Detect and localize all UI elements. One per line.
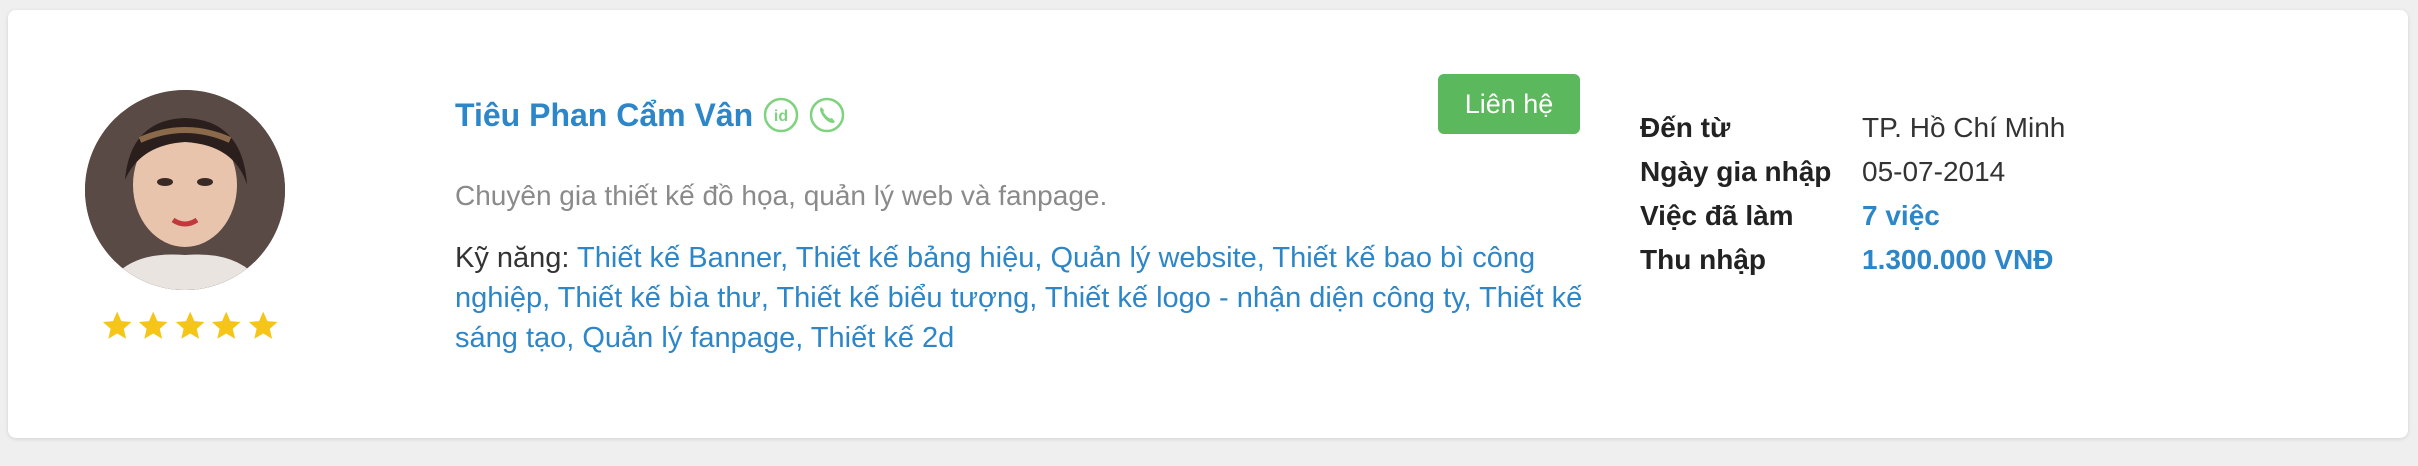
income-value: 1.300.000 VNĐ: [1862, 244, 2054, 275]
name-row: Tiêu Phan Cẩm Vân id: [455, 90, 845, 140]
skills-section: Kỹ năng: Thiết kế Banner, Thiết kế bảng …: [455, 238, 1605, 358]
star-icon: [139, 311, 168, 339]
from-label: Đến từ: [1640, 112, 1731, 143]
svg-text:id: id: [774, 108, 788, 125]
freelancer-card: Tiêu Phan Cẩm Vân id Liên hệ Chuyên gia …: [8, 10, 2408, 438]
info-row-income: Thu nhập 1.300.000 VNĐ: [1640, 238, 2065, 282]
contact-button[interactable]: Liên hệ: [1438, 74, 1580, 134]
avatar[interactable]: [85, 90, 285, 290]
income-label: Thu nhập: [1640, 244, 1766, 275]
star-icon: [102, 311, 132, 339]
jobs-label: Việc đã làm: [1640, 200, 1794, 231]
info-panel: Đến từ TP. Hồ Chí Minh Ngày gia nhập 05-…: [1640, 106, 2065, 282]
rating-stars: [100, 308, 280, 348]
star-icon: [248, 311, 278, 339]
skills-label: Kỹ năng:: [455, 242, 570, 274]
info-row-from: Đến từ TP. Hồ Chí Minh: [1640, 106, 2065, 150]
star-icon: [175, 311, 205, 339]
star-icon: [212, 311, 241, 339]
skills-list[interactable]: Thiết kế Banner, Thiết kế bảng hiệu, Quả…: [455, 242, 1582, 354]
freelancer-description: Chuyên gia thiết kế đồ họa, quản lý web …: [455, 180, 1108, 211]
freelancer-name[interactable]: Tiêu Phan Cẩm Vân: [455, 97, 753, 134]
phone-verified-icon: [809, 97, 845, 133]
joined-label: Ngày gia nhập: [1640, 156, 1832, 187]
from-value: TP. Hồ Chí Minh: [1862, 112, 2066, 143]
info-row-joined: Ngày gia nhập 05-07-2014: [1640, 150, 2065, 194]
avatar-image: [85, 90, 285, 290]
joined-value: 05-07-2014: [1862, 156, 2006, 187]
info-row-jobs: Việc đã làm 7 việc: [1640, 194, 2065, 238]
jobs-value[interactable]: 7 việc: [1862, 200, 1940, 232]
id-verified-icon: id: [763, 97, 799, 133]
